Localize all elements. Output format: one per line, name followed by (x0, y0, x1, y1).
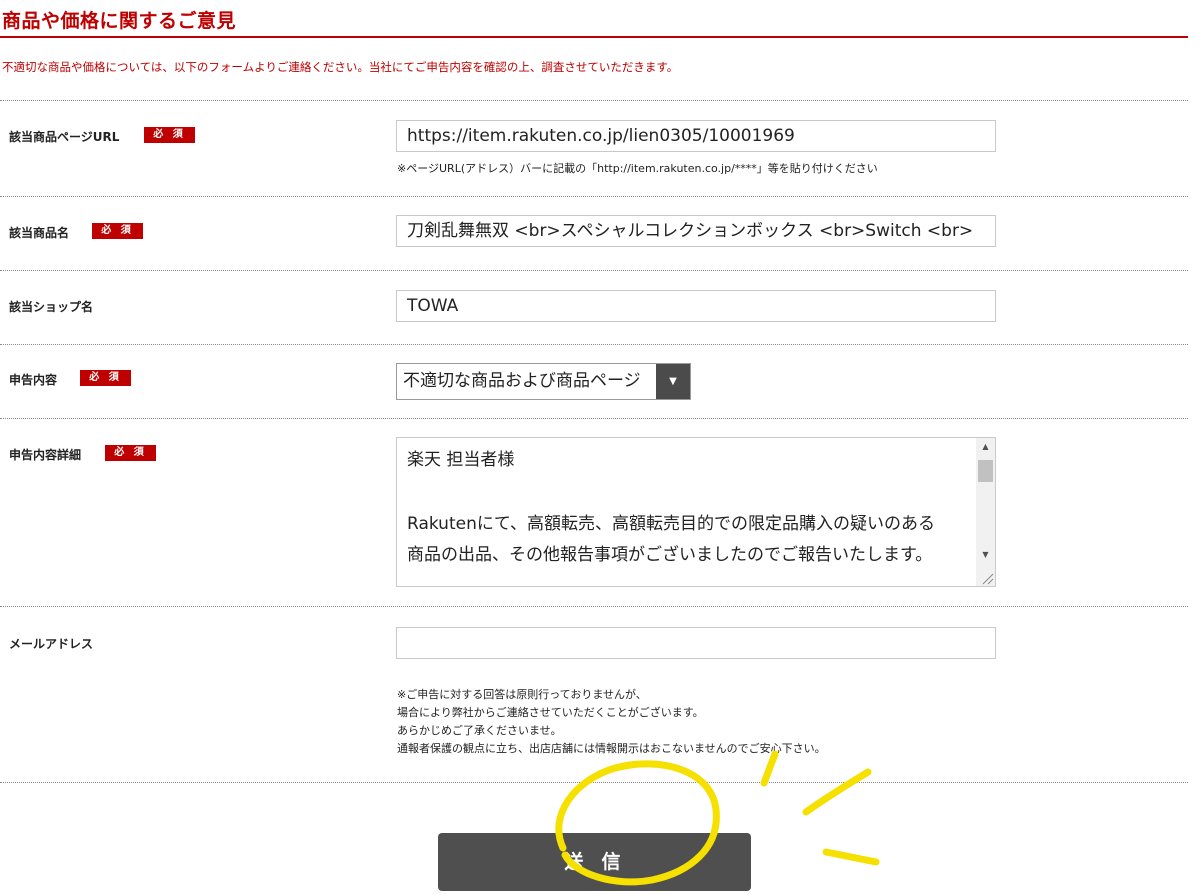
dropdown-arrow-icon[interactable]: ▼ (656, 364, 690, 399)
product-url-field[interactable]: https://item.rakuten.co.jp/lien0305/1000… (396, 120, 996, 152)
report-type-label: 申告内容 (9, 373, 58, 387)
email-note-line: 通報者保護の観点に立ち、出店店舗には情報開示はおこないませんのでご安心下さい。 (397, 742, 826, 755)
report-type-selected: 不適切な商品および商品ページ (403, 371, 641, 391)
email-field[interactable] (396, 627, 996, 659)
email-note-line: ※ご申告に対する回答は原則行っておりませんが、 (397, 688, 647, 701)
scroll-down-icon[interactable]: ▼ (976, 546, 995, 563)
title-divider (0, 36, 1188, 38)
page-title: 商品や価格に関するご意見 (2, 10, 237, 32)
email-note-line: 場合により弊社からご連絡させていただくことがございます。 (397, 706, 704, 719)
textarea-line: Rakutenにて、高額転売、高額転売目的での限定品購入の疑いのある (407, 514, 935, 534)
report-detail-textarea[interactable]: 楽天 担当者様 Rakutenにて、高額転売、高額転売目的での限定品購入の疑いの… (396, 437, 996, 587)
email-note-line: あらかじめご了承くださいませ。 (397, 724, 562, 737)
submit-button[interactable]: 送信 (438, 833, 751, 891)
url-note: ※ページURL(アドレス）バーに記載の「http://item.rakuten.… (397, 162, 878, 175)
row-divider (0, 344, 1188, 345)
product-name-field[interactable]: 刀剣乱舞無双 <br>スペシャルコレクションボックス <br>Switch <b… (396, 215, 996, 247)
required-badge: 必 須 (144, 127, 195, 143)
textarea-line: 楽天 担当者様 (407, 450, 515, 470)
row-divider (0, 270, 1188, 271)
resize-grip-icon[interactable] (980, 571, 994, 585)
shop-name-field[interactable]: TOWA (396, 290, 996, 322)
row-divider (0, 606, 1188, 607)
row-divider (0, 782, 1188, 783)
row-divider (0, 418, 1188, 419)
textarea-scrollbar[interactable]: ▲ ▼ (976, 438, 995, 586)
required-badge: 必 須 (92, 223, 143, 239)
shop-name-label: 該当ショップ名 (9, 300, 94, 314)
product-name-label: 該当商品名 (9, 226, 70, 240)
scroll-up-icon[interactable]: ▲ (976, 438, 995, 455)
intro-text: 不適切な商品や価格については、以下のフォームよりご連絡ください。当社にてご申告内… (2, 60, 679, 74)
url-label: 該当商品ページURL (9, 130, 120, 144)
required-badge: 必 須 (80, 370, 131, 386)
scrollbar-thumb[interactable] (978, 460, 993, 482)
email-label: メールアドレス (9, 637, 94, 651)
textarea-line: 商品の出品、その他報告事項がございましたのでご報告いたします。 (407, 545, 933, 565)
required-badge: 必 須 (105, 445, 156, 461)
row-divider (0, 100, 1188, 101)
report-type-select[interactable]: 不適切な商品および商品ページ ▼ (396, 363, 691, 400)
report-detail-label: 申告内容詳細 (9, 448, 82, 462)
row-divider (0, 196, 1188, 197)
